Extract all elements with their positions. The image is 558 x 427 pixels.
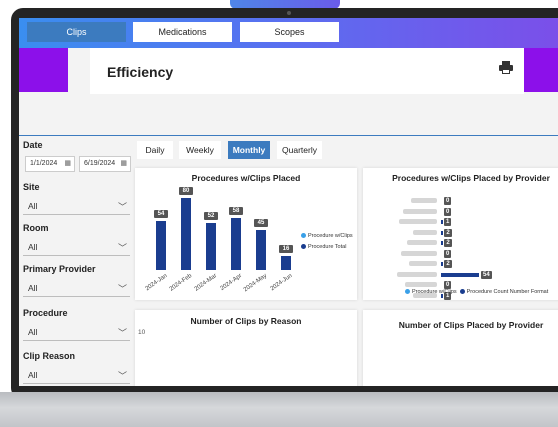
by-provider-card: Procedures w/Clips Placed by Provider 0 0… [363,168,558,300]
bar-provider [441,272,479,277]
room-label: Room [23,223,49,233]
chevron-down-icon: ﹀ [117,284,127,294]
data-label: 54 [481,270,492,279]
clip-reason-dropdown[interactable]: All ﹀ [23,366,130,384]
tab-clips[interactable]: Clips [27,22,126,42]
primary-provider-dropdown[interactable]: All ﹀ [23,279,130,297]
site-dropdown[interactable]: All ﹀ [23,197,130,215]
print-icon[interactable] [499,61,513,74]
x-tick-label: 2024-Apr [219,273,244,293]
x-tick-label: 2024-Jun [269,273,294,293]
provider-name-redacted [399,219,437,224]
room-dropdown[interactable]: All ﹀ [23,238,130,256]
tab-medications[interactable]: Medications [133,22,232,42]
bar-procedure-total [181,198,191,270]
x-tick-label: 2024-Jan [144,273,169,293]
data-label: 2 [444,228,452,237]
calendar-icon: ▦ [64,160,71,167]
legend-dot [405,289,410,294]
period-monthly-button[interactable]: Monthly [228,141,270,159]
x-tick-label: 2024-May [243,273,269,294]
app-screen: provation Efficiency Clips Medications S… [19,18,558,386]
data-label: 0 [444,197,452,205]
bar-provider [441,230,443,235]
data-label: 54 [154,210,168,219]
site-label: Site [23,182,40,192]
x-tick-label: 2024-Mar [193,273,219,293]
procedure-label: Procedure [23,308,68,318]
y-tick-label: 10 [138,329,146,336]
legend-item: Procedure Total [301,244,346,250]
data-label: 0 [444,207,452,216]
chevron-down-icon: ﹀ [117,202,127,212]
bar-procedure-total [281,255,291,270]
data-label: 2 [444,260,452,268]
data-label: 80 [179,187,193,195]
header-accent-right [519,48,558,92]
bar-provider [441,220,443,224]
x-tick-label: 2024-Feb [168,273,194,293]
tab-underline [19,135,558,136]
bar-provider [441,262,443,266]
chart-title: Procedures w/Clips Placed by Provider [392,173,550,183]
data-label: 0 [444,281,452,289]
bar-procedure-total [156,221,166,270]
data-label: 1 [444,218,452,226]
chevron-down-icon: ﹀ [117,328,127,338]
device-base [0,392,558,427]
data-label: 16 [279,244,293,253]
clips-by-provider-card: Number of Clips Placed by Provider [363,310,558,386]
provider-name-redacted [401,250,437,256]
bar-provider [441,241,443,245]
device-frame: provation Efficiency Clips Medications S… [0,0,558,427]
provider-name-redacted [411,198,437,203]
legend-item: Procedure w/Clips [301,233,353,239]
primary-provider-label: Primary Provider [23,264,96,274]
header-accent-left [19,48,68,92]
bar-procedure-total [206,223,216,270]
chart-title: Procedures w/Clips Placed [191,173,301,183]
legend: Procedure w/Clips Procedure Count Number … [405,289,548,295]
provider-name-redacted [413,229,437,235]
period-daily-button[interactable]: Daily [137,141,173,159]
data-label: 58 [229,206,243,215]
bar-procedure-total [256,229,266,270]
procedure-dropdown[interactable]: All ﹀ [23,323,130,341]
provider-name-redacted [409,261,437,266]
data-label: 45 [254,218,268,227]
provider-name-redacted [397,271,437,277]
start-date-input[interactable]: 1/1/2024 ▦ [25,156,75,172]
legend-dot [459,289,465,294]
data-label: 52 [204,212,218,221]
chart-title: Number of Clips by Reason [190,316,302,326]
provider-name-redacted [403,208,437,214]
legend-dot [301,233,306,238]
chevron-down-icon: ﹀ [117,243,127,253]
chart-title: Number of Clips Placed by Provider [398,320,544,330]
end-date-input[interactable]: 6/19/2024 ▦ [79,156,131,172]
provider-name-redacted [407,240,437,245]
period-weekly-button[interactable]: Weekly [179,141,221,159]
camera-icon [287,11,291,15]
clips-by-reason-card: Number of Clips by Reason 10 [135,310,357,386]
date-label: Date [23,140,43,150]
legend-dot [301,244,306,249]
page-title: Efficiency [107,64,174,80]
provider-name-redacted [405,282,437,287]
tab-scopes[interactable]: Scopes [240,22,339,42]
procedures-clips-card: Procedures w/Clips Placed 54 2024-Jan 80 20… [135,168,357,300]
title-panel: Efficiency [90,48,524,94]
period-quarterly-button[interactable]: Quarterly [277,141,322,159]
clip-reason-label: Clip Reason [23,351,76,361]
bar-procedure-total [231,217,241,270]
calendar-icon: ▦ [120,160,127,167]
chevron-down-icon: ﹀ [117,371,127,381]
data-label: 2 [444,239,452,247]
data-label: 0 [444,249,452,258]
